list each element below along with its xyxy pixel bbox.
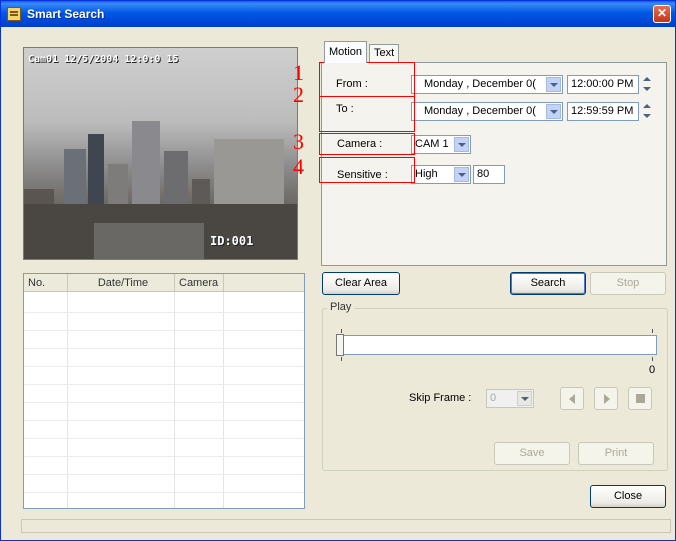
stop-playback-button[interactable] [628, 387, 652, 410]
skip-frame-label: Skip Frame : [409, 392, 472, 404]
to-date-picker[interactable]: Monday , December 0( [411, 102, 563, 121]
chevron-down-icon[interactable] [454, 167, 469, 182]
slider-tick [341, 329, 342, 333]
annotation-box-4 [319, 157, 415, 183]
next-frame-button[interactable] [594, 387, 618, 410]
chevron-down-icon[interactable] [546, 77, 561, 92]
prev-icon [569, 394, 575, 404]
status-bar [21, 519, 671, 533]
from-time-value: 12:00:00 PM [571, 78, 634, 90]
video-preview: Cam01 12/5/2004 12:0:0 15 ID:001 [23, 47, 298, 260]
column-header-camera[interactable]: Camera [175, 274, 224, 292]
annotation-box-1-2 [319, 62, 415, 132]
app-icon [7, 7, 21, 21]
results-list[interactable]: No. Date/Time Camera [23, 273, 305, 509]
video-osd-id: ID:001 [210, 234, 254, 248]
title-bar: Smart Search ✕ [1, 1, 675, 27]
window-close-button[interactable]: ✕ [653, 5, 671, 23]
playback-slider[interactable] [339, 335, 657, 355]
print-button[interactable]: Print [578, 442, 654, 465]
clear-area-button[interactable]: Clear Area [322, 272, 400, 295]
playback-slider-thumb[interactable] [336, 334, 344, 356]
sensitivity-select-value: High [415, 168, 438, 180]
from-date-picker[interactable]: Monday , December 0( [411, 75, 563, 94]
from-time-spinner[interactable] [640, 75, 654, 94]
from-time-field[interactable]: 12:00:00 PM [567, 75, 639, 94]
slider-tick [652, 357, 653, 361]
close-button[interactable]: Close [590, 485, 666, 508]
play-icon [604, 394, 610, 404]
chevron-down-icon[interactable] [454, 137, 469, 152]
to-date-value: Monday , December 0( [424, 105, 536, 117]
sensitivity-threshold-input[interactable]: 80 [473, 165, 505, 184]
annotation-box-3 [319, 133, 415, 155]
column-header-no[interactable]: No. [24, 274, 68, 292]
save-button[interactable]: Save [494, 442, 570, 465]
window-title: Smart Search [27, 7, 105, 21]
playback-position-value: 0 [649, 364, 656, 376]
spin-down-icon[interactable] [640, 85, 654, 94]
column-header-datetime[interactable]: Date/Time [68, 274, 175, 292]
chevron-down-icon[interactable] [517, 391, 532, 406]
play-group-title: Play [327, 301, 355, 313]
stop-button[interactable]: Stop [590, 272, 666, 295]
search-button[interactable]: Search [510, 272, 586, 295]
spin-down-icon[interactable] [640, 112, 654, 121]
chevron-down-icon[interactable] [546, 104, 561, 119]
slider-tick [652, 329, 653, 333]
annotation-number-3: 3 [293, 129, 304, 154]
to-time-field[interactable]: 12:59:59 PM [567, 102, 639, 121]
to-time-spinner[interactable] [640, 102, 654, 121]
results-header: No. Date/Time Camera [24, 274, 304, 292]
camera-select[interactable]: CAM 1 [411, 135, 471, 154]
annotation-number-1: 1 [293, 60, 304, 85]
to-time-value: 12:59:59 PM [571, 105, 634, 117]
annotation-divider [319, 96, 415, 97]
skip-frame-value: 0 [490, 392, 497, 404]
stop-icon [636, 394, 645, 403]
prev-frame-button[interactable] [560, 387, 584, 410]
from-date-value: Monday , December 0( [424, 78, 536, 90]
skip-frame-select[interactable]: 0 [486, 389, 534, 408]
spin-up-icon[interactable] [640, 75, 654, 84]
tab-text[interactable]: Text [369, 44, 400, 62]
annotation-number-4: 4 [293, 154, 304, 179]
spin-up-icon[interactable] [640, 102, 654, 111]
camera-select-value: CAM 1 [415, 138, 449, 150]
tab-motion[interactable]: Motion [324, 41, 368, 63]
slider-tick [341, 357, 342, 361]
annotation-number-2: 2 [293, 82, 304, 107]
sensitivity-select[interactable]: High [411, 165, 471, 184]
smart-search-window: Smart Search ✕ Cam01 12/5/2004 12:0:0 15… [0, 0, 676, 541]
video-osd-timestamp: Cam01 12/5/2004 12:0:0 15 [28, 54, 179, 65]
